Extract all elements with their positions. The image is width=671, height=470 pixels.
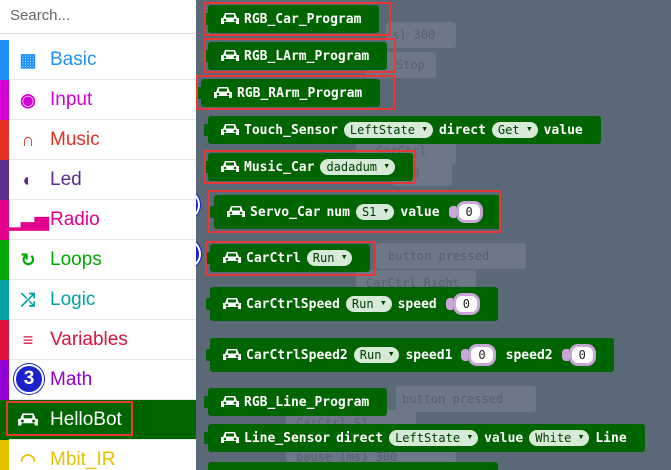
block-label: CarCtrlSpeed bbox=[246, 296, 340, 312]
speed-label: speed bbox=[397, 296, 437, 312]
value-label: value bbox=[543, 122, 583, 138]
category-color-bar bbox=[0, 320, 9, 360]
highlight-box bbox=[208, 190, 501, 233]
category-variables[interactable]: ≡ Variables bbox=[0, 320, 196, 360]
highlight-box bbox=[6, 401, 133, 436]
mode-dropdown[interactable]: Get bbox=[491, 122, 538, 138]
marker-8: 8 bbox=[196, 190, 200, 220]
rgb-line-program-block[interactable]: RGB_Line_Program bbox=[204, 388, 388, 416]
highlight-box bbox=[204, 150, 416, 184]
block-label: RGB_Line_Program bbox=[244, 394, 370, 410]
background-block: s) 300 bbox=[386, 22, 456, 48]
background-block-text: button pressed bbox=[402, 392, 504, 406]
category-input[interactable]: ◉ Input bbox=[0, 80, 196, 120]
line-label: Line bbox=[595, 430, 627, 446]
category-color-bar bbox=[0, 440, 9, 470]
line-color-dropdown[interactable]: White bbox=[529, 430, 590, 446]
block-connector bbox=[206, 349, 214, 361]
speed1-label: speed1 bbox=[405, 347, 453, 363]
block-connector bbox=[206, 298, 214, 310]
car-icon bbox=[221, 124, 239, 135]
category-color-bar bbox=[0, 80, 9, 120]
speed1-input[interactable]: 0 bbox=[461, 344, 496, 366]
category-color-bar bbox=[0, 240, 9, 280]
shuffle-icon: ⤮ bbox=[20, 289, 36, 310]
category-logic[interactable]: ⤮ Logic bbox=[0, 280, 196, 320]
highlight-box bbox=[196, 75, 395, 110]
line-sensor-block[interactable]: Line_Sensor direct LeftState value White… bbox=[204, 424, 645, 452]
category-color-bar bbox=[0, 280, 9, 320]
block-label: Touch_Sensor bbox=[244, 122, 338, 138]
direct-label: direct bbox=[438, 122, 486, 138]
category-music[interactable]: ∩ Music bbox=[0, 120, 196, 160]
touch-sensor-block[interactable]: Touch_Sensor LeftState direct Get value bbox=[204, 116, 601, 144]
category-label: Mbit_IR bbox=[50, 449, 116, 470]
toolbox-sidebar: Search... ▦ Basic ◉ Input ∩ Music ◐ Led ▁▃▅ Radio… bbox=[0, 0, 196, 470]
car-icon bbox=[223, 349, 241, 360]
car-icon bbox=[221, 432, 239, 443]
highlight-box bbox=[205, 241, 376, 276]
car-icon bbox=[221, 396, 239, 407]
category-mbit-ir[interactable]: ◠ Mbit_IR bbox=[0, 440, 196, 470]
carctrl-speed-block[interactable]: CarCtrlSpeed Run speed 0 bbox=[206, 287, 498, 321]
background-block-text: button pressed bbox=[388, 249, 490, 263]
category-label: Math bbox=[50, 369, 93, 390]
carctrl-speed-mode-dropdown[interactable]: Run bbox=[345, 296, 392, 312]
background-block-text: Stop bbox=[396, 58, 425, 72]
headphones-icon: ∩ bbox=[21, 129, 35, 150]
state-dropdown[interactable]: LeftState bbox=[343, 122, 433, 138]
marker-9: 9 bbox=[196, 239, 201, 269]
background-block: button pressed bbox=[396, 386, 536, 412]
signal-icon: ▁▃▅ bbox=[7, 209, 49, 230]
carctrl-speed2-block[interactable]: CarCtrlSpeed2 Run speed1 0 speed2 0 bbox=[206, 338, 614, 372]
category-label: Loops bbox=[50, 249, 102, 270]
category-label: Led bbox=[50, 169, 82, 190]
block-label: CarCtrlSpeed2 bbox=[246, 347, 348, 363]
speed-input[interactable]: 0 bbox=[445, 293, 480, 315]
category-radio[interactable]: ▁▃▅ Radio bbox=[0, 200, 196, 240]
search-placeholder: Search... bbox=[10, 7, 71, 24]
toggle-icon: ◐ bbox=[22, 169, 34, 190]
direct-label: direct bbox=[336, 430, 384, 446]
category-color-bar bbox=[0, 160, 9, 200]
list-icon: ≡ bbox=[22, 329, 34, 350]
car-icon bbox=[223, 298, 241, 309]
loop-icon: ↻ bbox=[20, 249, 36, 270]
category-color-bar bbox=[0, 40, 9, 80]
category-label: Music bbox=[50, 129, 100, 150]
category-basic[interactable]: ▦ Basic bbox=[0, 40, 196, 80]
background-block-text: s) 300 bbox=[392, 28, 436, 42]
carctrl-speed2-mode-dropdown[interactable]: Run bbox=[353, 347, 400, 363]
partial-block[interactable] bbox=[208, 462, 498, 470]
marker-3: 3 bbox=[14, 364, 44, 394]
speed2-label: speed2 bbox=[505, 347, 553, 363]
category-label: Radio bbox=[50, 209, 100, 230]
category-label: Basic bbox=[50, 49, 97, 70]
block-connector bbox=[204, 124, 212, 136]
block-label: Line_Sensor bbox=[244, 430, 331, 446]
category-label: Variables bbox=[50, 329, 128, 350]
category-label: Logic bbox=[50, 289, 96, 310]
speed2-input[interactable]: 0 bbox=[561, 344, 596, 366]
category-label: Input bbox=[50, 89, 93, 110]
category-color-bar bbox=[0, 120, 9, 160]
target-icon: ◉ bbox=[20, 89, 36, 110]
category-loops[interactable]: ↻ Loops bbox=[0, 240, 196, 280]
background-block: button pressed bbox=[376, 243, 526, 269]
value-label: value bbox=[484, 430, 524, 446]
category-led[interactable]: ◐ Led bbox=[0, 160, 196, 200]
block-connector bbox=[204, 432, 212, 444]
search-input[interactable]: Search... bbox=[0, 0, 196, 34]
grid-icon: ▦ bbox=[19, 49, 37, 70]
highlight-box bbox=[204, 2, 391, 36]
highlight-box bbox=[204, 38, 396, 73]
blocks-flyout: s) 300 Stop CarCtrl 300 button pressed C… bbox=[196, 0, 671, 470]
block-connector bbox=[204, 396, 212, 408]
line-state-dropdown[interactable]: LeftState bbox=[389, 430, 479, 446]
wifi-icon: ◠ bbox=[20, 449, 36, 470]
category-color-bar bbox=[0, 360, 9, 400]
